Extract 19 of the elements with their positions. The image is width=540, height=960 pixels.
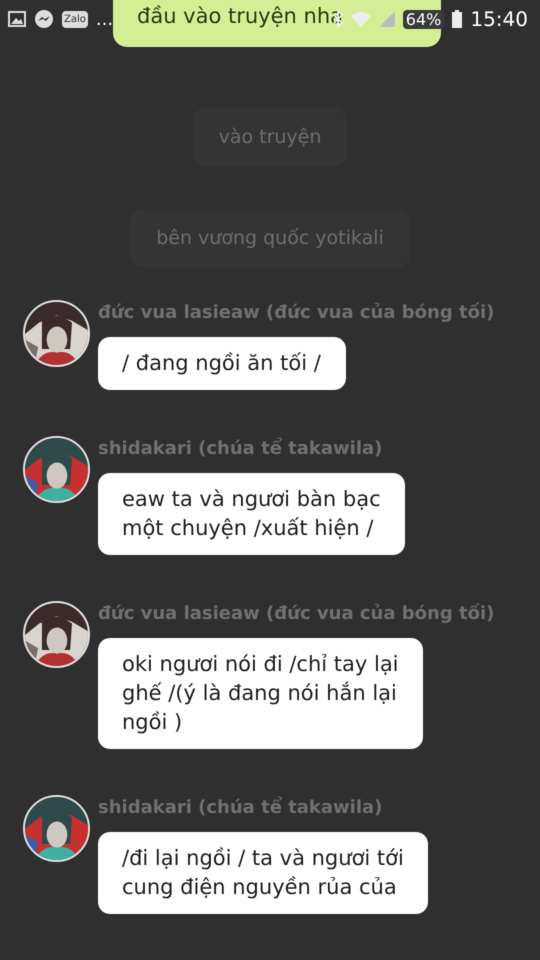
sender-name: shidakari (chúa tể takawila) <box>98 797 384 818</box>
message-bubble: oki ngươi nói đi /chỉ tay lại ghế /(ý là đang nói hắn lại ngồi ) <box>98 638 423 750</box>
signal-icon <box>378 11 395 27</box>
wifi-icon <box>350 11 371 27</box>
clock: 15:40 <box>470 7 528 31</box>
sender-name: shidakari (chúa tể takawila) <box>98 438 384 460</box>
message-bubble: /đi lại ngồi / ta và ngươi tới cung điện nguyền rủa của <box>98 832 428 914</box>
narration-bubble: vào truyện <box>192 108 348 166</box>
sender-name: đức vua lasieaw (đức vua của bóng tối) <box>98 302 494 324</box>
more-notifications: ... <box>96 8 114 30</box>
zalo-icon: Zalo <box>62 10 88 28</box>
battery-percent: 64% <box>402 10 444 28</box>
battery-icon <box>452 10 462 28</box>
message-bubble: / đang ngồi ăn tối / <box>98 337 346 390</box>
narration-bubble: bên vương quốc yotikali <box>130 208 410 267</box>
messenger-icon <box>34 9 54 29</box>
image-icon <box>8 11 26 27</box>
message-bubble: eaw ta và ngươi bàn bạc một chuyện /xuất hiện / <box>98 473 405 556</box>
sender-name: đức vua lasieaw (đức vua của bóng tối) <box>98 603 494 624</box>
